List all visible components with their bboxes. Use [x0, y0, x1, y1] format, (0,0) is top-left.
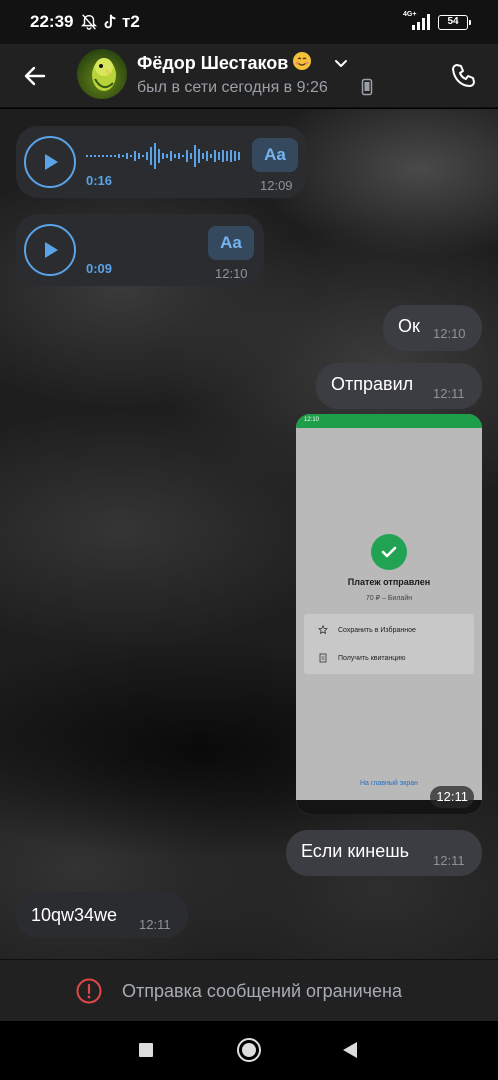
check-circle-icon	[371, 534, 407, 570]
message-text: Если кинешь	[301, 841, 410, 861]
voice-duration: 0:09	[86, 261, 113, 276]
tiktok-icon	[104, 14, 116, 29]
outgoing-message[interactable]: Отправил 12:11	[316, 363, 482, 409]
chat-area[interactable]: 0:16 Aa 12:09 0:09 Aa 12:10 Ок 12:10 Отп…	[0, 109, 498, 959]
notifications-off-icon	[80, 14, 98, 30]
incoming-message[interactable]: 10qw34we 12:11	[16, 892, 188, 938]
voice-duration: 0:16	[86, 173, 113, 188]
message-time: 12:09	[260, 178, 293, 193]
system-nav-bar	[0, 1021, 498, 1080]
avatar[interactable]	[77, 49, 127, 99]
message-time: 12:11	[139, 917, 171, 932]
image-message[interactable]: 12:10 Платеж отправлен 70 ₽ – Билайн Сох…	[296, 414, 482, 814]
messaging-restricted-bar: Отправка сообщений ограничена	[0, 959, 498, 1021]
star-icon	[318, 625, 328, 635]
phone-small-icon	[361, 78, 373, 96]
message-time: 12:11	[433, 386, 465, 401]
parrot-avatar-image	[92, 58, 116, 91]
receipt-icon	[319, 653, 327, 663]
call-icon	[452, 64, 475, 87]
chevron-down-icon[interactable]	[333, 56, 349, 72]
play-button[interactable]	[24, 136, 76, 188]
message-time: 12:11	[430, 786, 474, 808]
play-button[interactable]	[24, 224, 76, 276]
signal-icon	[412, 14, 430, 30]
contact-name[interactable]: Фёдор Шестаков	[137, 51, 312, 74]
back-triangle-icon[interactable]	[342, 1041, 358, 1059]
last-seen-status: был в сети сегодня в 9:26	[137, 79, 328, 96]
chat-header: Фёдор Шестаков был в сети сегодня в 9:26	[0, 44, 498, 108]
screenshot-row-receipt: Получить квитанцию	[338, 655, 406, 662]
screenshot-title: Платеж отправлен	[347, 577, 431, 587]
waveform	[86, 143, 240, 169]
screenshot-row-favorite: Сохранить в Избранное	[338, 627, 416, 634]
alert-circle-icon	[76, 978, 102, 1004]
message-text: Ок	[398, 316, 420, 336]
message-time: 12:10	[215, 266, 248, 281]
outgoing-message[interactable]: Ок 12:10	[383, 305, 482, 351]
call-button[interactable]	[444, 56, 484, 96]
play-icon	[45, 154, 58, 170]
back-arrow-icon	[24, 66, 46, 86]
message-time: 12:11	[433, 853, 465, 868]
transcribe-button[interactable]: Aa	[252, 138, 298, 172]
transcribe-button[interactable]: Aa	[208, 226, 254, 260]
restricted-text: Отправка сообщений ограничена	[122, 981, 402, 1001]
screenshot-subtitle: 70 ₽ – Билайн	[365, 595, 413, 602]
message-text: Отправил	[331, 374, 414, 394]
carrier-label: т2	[122, 12, 140, 31]
play-icon	[45, 242, 58, 258]
status-time: 22:39	[30, 12, 74, 31]
back-button[interactable]	[14, 56, 56, 96]
status-bar: 22:39 т2 4G+ 54	[0, 0, 498, 44]
message-time: 12:10	[433, 326, 466, 341]
message-text: 10qw34we	[31, 905, 118, 925]
smiling-face-icon	[293, 52, 312, 70]
outgoing-message[interactable]: Если кинешь 12:11	[286, 830, 482, 876]
voice-message: 0:16 Aa 12:09	[16, 126, 307, 198]
screenshot-status-bar: 12:10	[296, 414, 482, 428]
recents-square-icon[interactable]	[139, 1043, 153, 1057]
home-circle-icon[interactable]	[237, 1038, 261, 1062]
screenshot-card: Сохранить в Избранное Получить квитанцию	[304, 614, 474, 674]
battery-icon: 54	[438, 15, 471, 30]
voice-message: 0:09 Aa 12:10	[16, 214, 264, 286]
